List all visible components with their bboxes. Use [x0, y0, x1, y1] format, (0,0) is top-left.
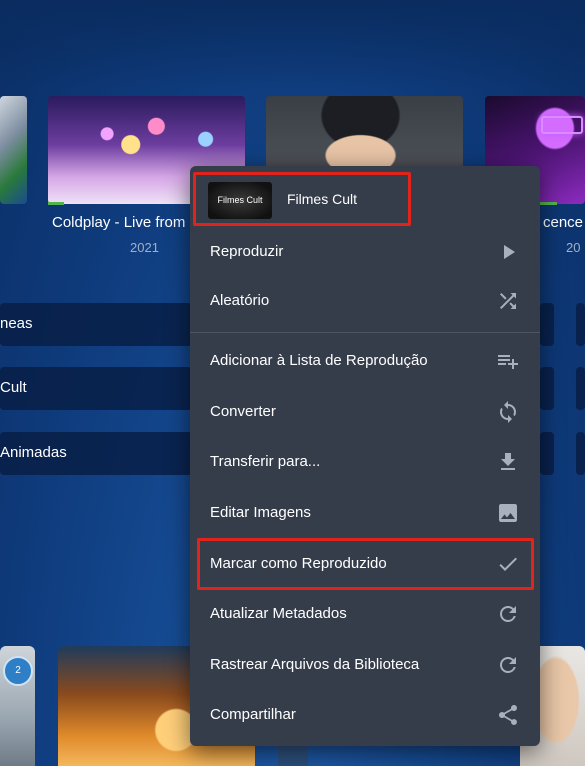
share-icon — [496, 703, 520, 727]
menu-item-download[interactable]: Transferir para... — [190, 437, 540, 487]
highlight-box — [193, 172, 411, 226]
menu-item-refresh-metadata[interactable]: Atualizar Metadados — [190, 589, 540, 639]
menu-item-share[interactable]: Compartilhar — [190, 690, 540, 740]
menu-item-label: Transferir para... — [210, 453, 321, 470]
list-item[interactable] — [540, 367, 554, 410]
list-item[interactable] — [0, 367, 192, 410]
menu-item-label: Atualizar Metadados — [210, 605, 347, 622]
menu-item-label: Reproduzir — [210, 243, 284, 260]
menu-item-play[interactable]: Reproduzir — [190, 227, 540, 277]
menu-item-shuffle[interactable]: Aleatório — [190, 276, 540, 326]
list-item[interactable] — [576, 303, 585, 346]
header-shade — [0, 0, 585, 90]
badge-icon: 2 — [3, 656, 33, 686]
list-item-label: neas — [0, 315, 33, 332]
list-item[interactable] — [540, 303, 554, 346]
list-item[interactable] — [576, 432, 585, 475]
download-icon — [496, 450, 520, 474]
refresh-icon — [496, 653, 520, 677]
menu-item-label: Converter — [210, 403, 276, 420]
menu-item-label: Compartilhar — [210, 706, 296, 723]
menu-item-add-to-playlist[interactable]: Adicionar à Lista de Reprodução — [190, 336, 540, 386]
refresh-icon — [496, 602, 520, 626]
list-item[interactable] — [540, 432, 554, 475]
menu-item-label: Adicionar à Lista de Reprodução — [210, 352, 428, 369]
playlist-add-icon — [496, 349, 520, 373]
poster-neon-sign — [541, 116, 583, 134]
progress-bar — [48, 202, 64, 205]
highlight-box — [197, 538, 534, 590]
list-item-label: Animadas — [0, 444, 67, 461]
poster-card[interactable] — [0, 96, 27, 204]
list-item[interactable] — [576, 367, 585, 410]
menu-divider — [190, 332, 540, 333]
shuffle-icon — [496, 289, 520, 313]
menu-item-label: Rastrear Arquivos da Biblioteca — [210, 656, 420, 673]
menu-item-convert[interactable]: Converter — [190, 387, 540, 437]
context-menu: Filmes Cult Filmes Cult Reproduzir Aleat… — [190, 166, 540, 746]
menu-item-label: Aleatório — [210, 292, 270, 309]
menu-item-edit-images[interactable]: Editar Imagens — [190, 488, 540, 538]
sync-icon — [496, 400, 520, 424]
poster-title[interactable]: cence — [543, 214, 583, 231]
poster-year: 2021 — [130, 240, 159, 255]
poster-title[interactable]: Coldplay - Live from — [52, 214, 185, 231]
image-icon — [496, 501, 520, 525]
play-icon — [496, 240, 520, 264]
menu-item-label: Editar Imagens — [210, 504, 311, 521]
menu-item-scan-library[interactable]: Rastrear Arquivos da Biblioteca — [190, 640, 540, 690]
list-item-label: Cult — [0, 379, 27, 396]
poster-year: 20 — [566, 240, 581, 255]
